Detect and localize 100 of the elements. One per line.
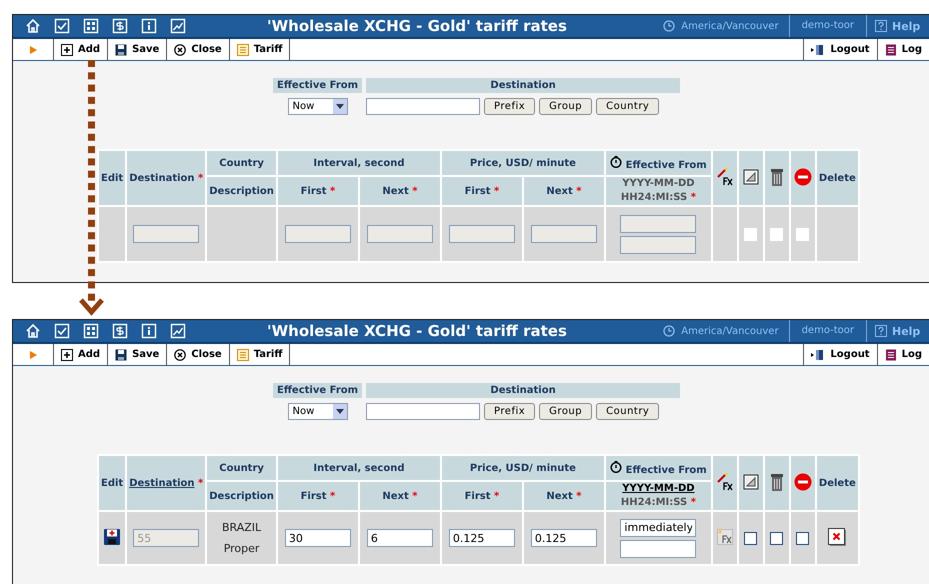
checkbox[interactable]: [744, 532, 758, 545]
plus-icon: [61, 44, 73, 56]
table-cell: [816, 207, 858, 261]
home-icon[interactable]: [25, 18, 41, 34]
chart-icon[interactable]: [170, 323, 186, 339]
column-header: Effective From: [606, 456, 711, 480]
play-icon[interactable]: [28, 350, 38, 360]
country-text: BRAZIL: [222, 521, 262, 534]
column-header: Delete: [816, 456, 858, 510]
checkbox-icon[interactable]: [54, 18, 70, 34]
close-icon: [174, 44, 186, 56]
column-header: First *: [442, 482, 522, 510]
info-icon[interactable]: [141, 18, 157, 34]
page-title: 'Wholesale XCHG - Gold' tariff rates: [266, 322, 568, 340]
column-header: Effective From: [606, 151, 711, 175]
column-header: Delete: [816, 151, 858, 205]
header-cell: Destination *: [127, 456, 206, 510]
destination-label[interactable]: Destination: [129, 478, 195, 488]
stopwatch-icon: [610, 156, 622, 168]
door-icon: [811, 348, 826, 360]
checkbox[interactable]: [770, 532, 784, 545]
filter-button[interactable]: Group: [539, 403, 592, 420]
table-cell: [712, 207, 737, 261]
chart-icon[interactable]: [170, 18, 186, 34]
delete-icon[interactable]: [828, 528, 846, 546]
destination-field[interactable]: [366, 98, 480, 115]
number-field[interactable]: 6: [366, 529, 433, 547]
filter-button[interactable]: Prefix: [484, 98, 536, 115]
clock-icon: [663, 20, 676, 32]
help-link[interactable]: Help: [892, 20, 920, 32]
list-icon: [236, 44, 249, 56]
list-icon: [236, 348, 249, 360]
column-header: Next *: [524, 482, 604, 510]
trash-icon: [770, 472, 784, 492]
checkbox[interactable]: [796, 532, 810, 545]
trash-icon: [770, 166, 784, 186]
stop-icon: [794, 472, 812, 490]
document-icon: [742, 168, 759, 184]
play-icon[interactable]: [28, 44, 38, 54]
floppy-icon: [115, 44, 128, 56]
number-field[interactable]: 0.125: [448, 529, 515, 547]
help-link[interactable]: Help: [892, 324, 920, 338]
checkbox-icon[interactable]: [54, 323, 70, 339]
number-field[interactable]: 0.125: [530, 529, 597, 547]
column-header: First *: [442, 177, 522, 205]
column-header: Next *: [360, 177, 440, 205]
wand-icon: [716, 168, 734, 186]
column-header: Interval, second: [278, 151, 440, 175]
column-header: Country: [207, 151, 276, 175]
effective-from-select[interactable]: Now: [288, 403, 348, 420]
column-header: Effective From: [273, 383, 362, 398]
column-header: Effective From: [273, 78, 362, 93]
column-header: Next *: [524, 177, 604, 205]
wand-icon: [716, 472, 734, 490]
filter-button[interactable]: Country: [596, 98, 660, 115]
table-cell: [207, 207, 276, 261]
number-field[interactable]: 30: [284, 529, 351, 547]
plus-icon: [61, 348, 73, 360]
user-link[interactable]: demo-toor: [790, 15, 867, 37]
help-icon: [875, 20, 887, 32]
filter-button[interactable]: Country: [596, 403, 660, 420]
destination-field[interactable]: [366, 403, 480, 420]
book-icon: [884, 348, 897, 360]
effective-from-select[interactable]: Now: [288, 98, 348, 115]
column-header: Price, USD/ minute: [442, 456, 604, 480]
date-field[interactable]: immediately: [620, 518, 696, 536]
grid-icon[interactable]: [83, 18, 99, 34]
column-header: Description: [207, 482, 276, 510]
home-icon[interactable]: [25, 323, 41, 339]
column-header: Country: [207, 456, 276, 480]
save-icon[interactable]: [104, 528, 120, 544]
column-header: Destination: [366, 383, 680, 398]
column-header: Edit: [99, 151, 126, 205]
timezone-link[interactable]: America/Vancouver: [681, 20, 779, 32]
column-header: Edit: [99, 456, 126, 510]
page-title: 'Wholesale XCHG - Gold' tariff rates: [266, 17, 568, 35]
formula-icon[interactable]: [716, 528, 733, 544]
info-icon[interactable]: [141, 323, 157, 339]
dollar-icon[interactable]: [112, 18, 128, 34]
destination-label: Destination: [129, 172, 195, 184]
floppy-icon: [115, 348, 128, 360]
caret-icon: [336, 104, 344, 110]
timezone-link[interactable]: America/Vancouver: [681, 326, 779, 336]
document-icon: [742, 474, 759, 490]
filter-button[interactable]: Group: [539, 98, 592, 115]
grid-icon[interactable]: [83, 323, 99, 339]
date-field[interactable]: [620, 540, 696, 558]
header-cell: Destination *: [127, 151, 206, 205]
user-link[interactable]: demo-toor: [790, 320, 867, 342]
door-icon: [811, 44, 826, 56]
filter-button[interactable]: Prefix: [484, 403, 536, 420]
stop-icon: [794, 168, 812, 186]
column-header: Price, USD/ minute: [442, 151, 604, 175]
description-text: Proper: [224, 542, 260, 555]
column-header: First *: [278, 482, 358, 510]
column-header: Description: [207, 177, 276, 205]
caret-icon: [336, 408, 344, 414]
column-header: Next *: [360, 482, 440, 510]
dollar-icon[interactable]: [112, 323, 128, 339]
column-header: Destination: [366, 78, 680, 93]
